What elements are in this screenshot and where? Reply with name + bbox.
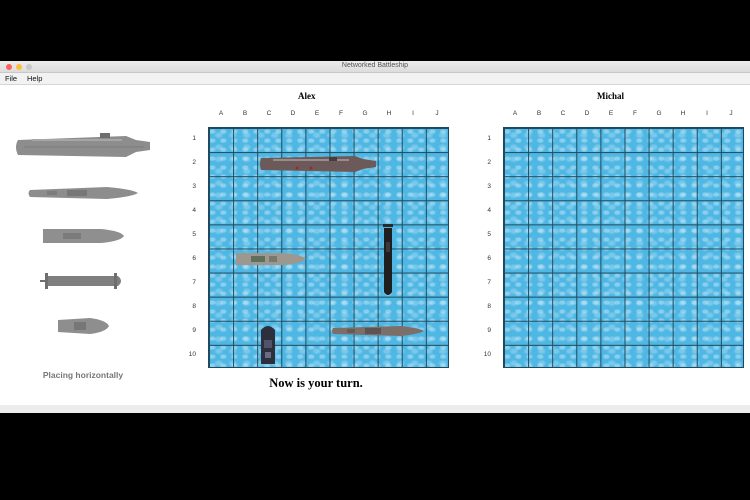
opponent-col-label: D: [584, 110, 590, 117]
own-board-grid[interactable]: [208, 127, 449, 368]
opponent-row-label: 7: [487, 279, 491, 286]
menu-file[interactable]: File: [5, 74, 17, 83]
submarine-icon[interactable]: [40, 271, 126, 291]
own-col-label: A: [218, 110, 224, 117]
opponent-col-label: C: [560, 110, 566, 117]
own-col-label: H: [386, 110, 392, 117]
opponent-col-label: A: [512, 110, 518, 117]
placed-carrier[interactable]: [259, 154, 377, 174]
opponent-row-label: 10: [483, 351, 491, 358]
window-title: Networked Battleship: [341, 62, 409, 69]
destroyer-icon[interactable]: [56, 315, 110, 337]
opponent-row-label: 5: [487, 231, 491, 238]
orientation-label: Placing horizontally: [42, 370, 124, 380]
opponent-row-label: 4: [487, 207, 491, 214]
own-row-label: 1: [192, 135, 196, 142]
own-col-label: B: [242, 110, 248, 117]
placed-destroyer[interactable]: [259, 322, 277, 368]
own-board-title: Alex: [298, 91, 316, 101]
title-bar: Networked Battleship: [0, 61, 750, 73]
own-row-label: 6: [192, 255, 196, 262]
own-col-label: D: [290, 110, 296, 117]
window-bottom-edge: [0, 405, 750, 413]
menu-help[interactable]: Help: [27, 74, 42, 83]
own-col-label: C: [266, 110, 272, 117]
opponent-col-label: F: [633, 110, 637, 117]
opponent-col-label: H: [680, 110, 686, 117]
carrier-icon[interactable]: [14, 130, 152, 164]
own-row-label: 9: [192, 327, 196, 334]
own-col-label: G: [362, 110, 368, 117]
opponent-row-label: 2: [487, 159, 491, 166]
own-col-label: E: [314, 110, 320, 117]
opponent-row-label: 8: [487, 303, 491, 310]
menu-bar: File Help: [0, 73, 750, 85]
own-row-label: 5: [192, 231, 196, 238]
opponent-col-label: J: [729, 110, 733, 117]
opponent-col-label: B: [536, 110, 542, 117]
opponent-col-label: I: [706, 110, 708, 117]
opponent-board-title: Michal: [597, 91, 624, 101]
opponent-row-label: 1: [487, 135, 491, 142]
opponent-row-label: 6: [487, 255, 491, 262]
placed-submarine[interactable]: [381, 224, 395, 298]
own-row-label: 7: [192, 279, 196, 286]
battleship-icon[interactable]: [27, 182, 139, 204]
own-row-label: 2: [192, 159, 196, 166]
placed-battleship[interactable]: [331, 324, 425, 338]
opponent-board-grid[interactable]: [503, 127, 744, 368]
own-row-label: 4: [192, 207, 196, 214]
cruiser-icon[interactable]: [41, 225, 125, 247]
opponent-row-label: 9: [487, 327, 491, 334]
opponent-row-label: 3: [487, 183, 491, 190]
opponent-col-label: E: [608, 110, 614, 117]
own-row-label: 8: [192, 303, 196, 310]
opponent-col-label: G: [656, 110, 662, 117]
own-row-label: 3: [192, 183, 196, 190]
placed-cruiser[interactable]: [235, 251, 307, 267]
turn-status: Now is your turn.: [269, 376, 363, 390]
game-content: Placing horizontally Alex A B C D E F G …: [0, 85, 750, 405]
own-row-label: 10: [188, 351, 196, 358]
own-col-label: F: [339, 110, 343, 117]
own-col-label: J: [435, 110, 439, 117]
own-col-label: I: [412, 110, 414, 117]
game-window: Networked Battleship File Help Placing h…: [0, 61, 750, 413]
